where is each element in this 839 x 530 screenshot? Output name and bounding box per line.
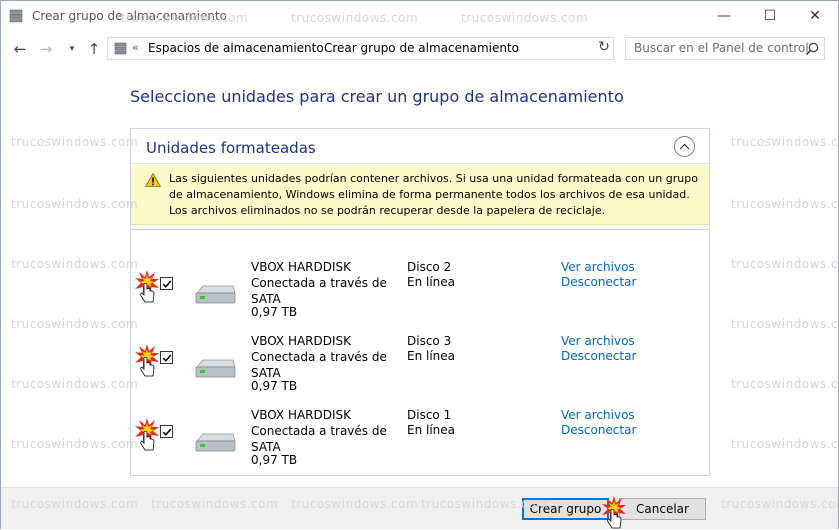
footer-bar: Crear grupo Cancelar bbox=[1, 487, 838, 529]
drive-list: VBOX HARDDISK Conectada a través de SATA… bbox=[131, 229, 709, 475]
search-placeholder: Buscar en el Panel de control bbox=[634, 41, 809, 55]
watermark: trucoswindows.com bbox=[11, 197, 139, 211]
address-row: ← → ▾ ↑ « Espacios de almacenamiento › C… bbox=[1, 31, 838, 67]
forward-button[interactable]: → bbox=[37, 40, 55, 58]
up-button[interactable]: ↑ bbox=[85, 40, 103, 58]
back-button[interactable]: ← bbox=[11, 40, 29, 58]
disconnect-link[interactable]: Desconectar bbox=[561, 423, 636, 437]
drive-name: VBOX HARDDISK bbox=[251, 334, 352, 348]
check-icon bbox=[162, 428, 172, 436]
warning-text: Las siguientes unidades podrían contener… bbox=[169, 172, 698, 217]
breadcrumb-separator[interactable]: › bbox=[311, 40, 315, 53]
view-files-link[interactable]: Ver archivos bbox=[561, 260, 635, 274]
click-burst-icon bbox=[135, 344, 159, 377]
window-title: Crear grupo de almacenamiento bbox=[32, 9, 228, 23]
title-bar: Crear grupo de almacenamiento — ☐ ✕ bbox=[1, 1, 838, 31]
hard-disk-icon bbox=[195, 285, 236, 304]
drive-connection: Conectada a través de SATA bbox=[251, 276, 387, 306]
watermark: trucoswindows.com bbox=[731, 135, 839, 149]
drive-status: En línea bbox=[407, 423, 456, 437]
address-bar[interactable]: « Espacios de almacenamiento › Crear gru… bbox=[107, 37, 614, 60]
storage-spaces-icon bbox=[9, 9, 23, 23]
formatted-drives-panel: Unidades formateadas Las siguientes unid… bbox=[130, 128, 710, 476]
divider bbox=[131, 163, 709, 164]
click-burst-icon bbox=[135, 418, 159, 451]
drive-status: En línea bbox=[407, 275, 456, 289]
click-burst-icon bbox=[602, 496, 626, 529]
watermark: trucoswindows.com bbox=[11, 135, 139, 149]
watermark: trucoswindows.com bbox=[731, 257, 839, 271]
refresh-button[interactable]: ↻ bbox=[596, 39, 612, 58]
watermark: trucoswindows.com bbox=[11, 317, 139, 331]
disconnect-link[interactable]: Desconectar bbox=[561, 349, 636, 363]
disk-number: Disco 2 bbox=[407, 260, 452, 274]
chevron-up-icon bbox=[679, 143, 690, 150]
hard-disk-icon bbox=[195, 359, 236, 378]
cancel-button[interactable]: Cancelar bbox=[619, 498, 706, 520]
close-button[interactable]: ✕ bbox=[792, 1, 838, 31]
watermark: trucoswindows.com bbox=[731, 437, 839, 451]
check-icon bbox=[162, 354, 172, 362]
breadcrumb-item[interactable]: Crear grupo de almacenamiento bbox=[324, 41, 519, 55]
check-icon bbox=[162, 280, 172, 288]
watermark: trucoswindows.com bbox=[731, 317, 839, 331]
window: Crear grupo de almacenamiento — ☐ ✕ ← → … bbox=[0, 0, 839, 529]
breadcrumb-overflow[interactable]: « bbox=[132, 41, 139, 54]
create-pool-button[interactable]: Crear grupo bbox=[522, 498, 609, 520]
watermark: trucoswindows.com bbox=[11, 377, 139, 391]
search-icon bbox=[805, 42, 819, 56]
view-files-link[interactable]: Ver archivos bbox=[561, 334, 635, 348]
watermark: trucoswindows.com bbox=[731, 377, 839, 391]
view-files-link[interactable]: Ver archivos bbox=[561, 408, 635, 422]
warning-icon bbox=[145, 173, 161, 187]
storage-spaces-icon bbox=[114, 42, 127, 55]
collapse-button[interactable] bbox=[674, 136, 695, 157]
warning-banner: Las siguientes unidades podrían contener… bbox=[131, 165, 709, 225]
hard-disk-icon bbox=[195, 433, 236, 452]
drive-connection: Conectada a través de SATA bbox=[251, 424, 387, 454]
drive-size: 0,97 TB bbox=[251, 453, 298, 467]
list-item: VBOX HARDDISK Conectada a través de SATA… bbox=[131, 304, 709, 393]
drive-connection: Conectada a través de SATA bbox=[251, 350, 387, 380]
page-title: Seleccione unidades para crear un grupo … bbox=[130, 87, 624, 106]
watermark: trucoswindows.com bbox=[11, 257, 139, 271]
watermark: trucoswindows.com bbox=[731, 197, 839, 211]
drive-name: VBOX HARDDISK bbox=[251, 260, 352, 274]
recent-locations-button[interactable]: ▾ bbox=[63, 40, 81, 58]
disk-number: Disco 1 bbox=[407, 408, 452, 422]
disconnect-link[interactable]: Desconectar bbox=[561, 275, 636, 289]
breadcrumb-item[interactable]: Espacios de almacenamiento bbox=[148, 41, 324, 55]
panel-title: Unidades formateadas bbox=[146, 139, 316, 157]
watermark: trucoswindows.com bbox=[11, 437, 139, 451]
search-input[interactable]: Buscar en el Panel de control bbox=[625, 37, 825, 60]
maximize-button[interactable]: ☐ bbox=[747, 1, 793, 31]
list-item: VBOX HARDDISK Conectada a través de SATA… bbox=[131, 378, 709, 467]
minimize-button[interactable]: — bbox=[701, 1, 747, 31]
drive-status: En línea bbox=[407, 349, 456, 363]
drive-checkbox[interactable] bbox=[160, 425, 173, 438]
drive-checkbox[interactable] bbox=[160, 277, 173, 290]
drive-name: VBOX HARDDISK bbox=[251, 408, 352, 422]
drive-checkbox[interactable] bbox=[160, 351, 173, 364]
list-item: VBOX HARDDISK Conectada a través de SATA… bbox=[131, 230, 709, 319]
disk-number: Disco 3 bbox=[407, 334, 452, 348]
click-burst-icon bbox=[135, 270, 159, 303]
